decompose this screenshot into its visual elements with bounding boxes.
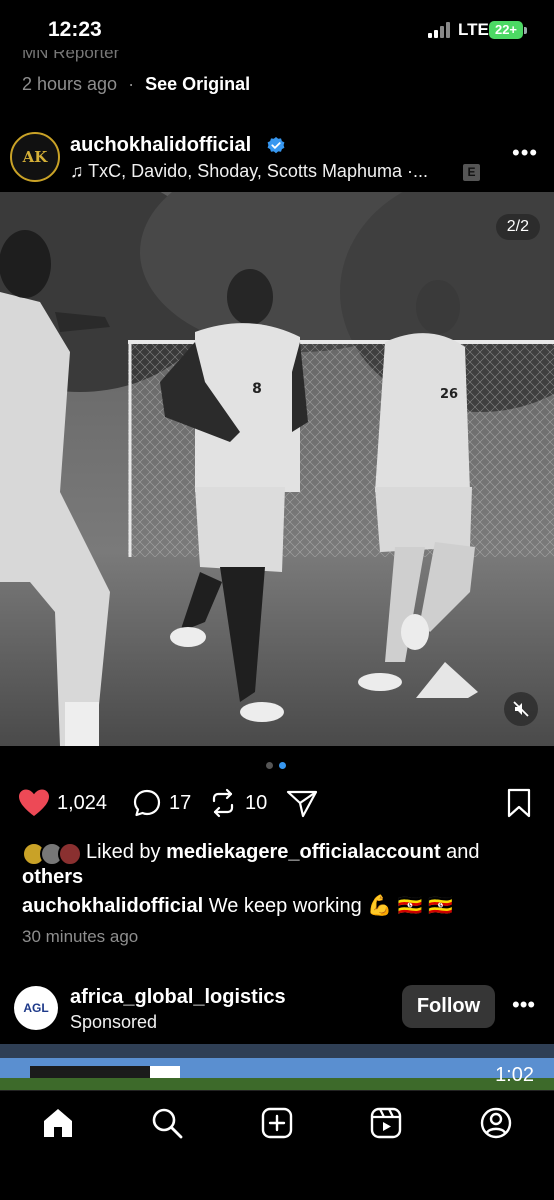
reels-icon[interactable]	[369, 1106, 403, 1140]
previous-post-meta: 2 hours ago · See Original	[22, 74, 250, 95]
comment-count[interactable]: 17	[169, 792, 191, 815]
previous-post-time: 2 hours ago	[22, 74, 118, 94]
home-icon[interactable]	[41, 1106, 75, 1140]
like-action[interactable]: 1,024	[18, 788, 107, 818]
explicit-badge: E	[463, 164, 480, 181]
share-icon[interactable]	[286, 788, 318, 818]
meta-separator: ·	[128, 74, 135, 94]
ad-username[interactable]: africa_global_logistics	[70, 986, 286, 1009]
repost-count[interactable]: 10	[245, 792, 267, 815]
status-time: 12:23	[48, 18, 102, 41]
post-time: 30 minutes ago	[22, 927, 139, 946]
post-avatar[interactable]: AK	[10, 132, 60, 182]
tab-profile[interactable]	[478, 1105, 514, 1141]
caption-username[interactable]: auchokhalidofficial	[22, 895, 203, 917]
bookmark-icon[interactable]	[506, 788, 532, 818]
post-photo-illustration: 8 26	[0, 192, 554, 746]
tab-home[interactable]	[40, 1105, 76, 1141]
like-count[interactable]: 1,024	[57, 792, 107, 815]
post-more-icon[interactable]: •••	[512, 140, 538, 166]
jersey-number-8: 8	[252, 381, 262, 397]
comment-icon[interactable]	[132, 788, 162, 818]
tab-reels[interactable]	[368, 1105, 404, 1141]
ad-video[interactable]: 1:02	[0, 1044, 554, 1090]
image-counter: 2/2	[495, 214, 540, 240]
liked-by-avatars	[22, 842, 82, 868]
tab-search[interactable]	[149, 1105, 185, 1141]
follow-button[interactable]: Follow	[402, 985, 495, 1028]
liker-avatar	[58, 842, 82, 866]
profile-icon[interactable]	[479, 1106, 513, 1140]
avatar-logo: AK	[22, 148, 48, 166]
jersey-number-26: 26	[440, 387, 458, 402]
carousel-dots	[266, 762, 286, 769]
comment-action[interactable]: 17	[132, 788, 191, 818]
post-header: AK auchokhalidofficial ♫ TxC, Davido, Sh…	[0, 128, 554, 188]
ad-avatar-logo: AGL	[23, 1001, 49, 1015]
ad-header: AGL africa_global_logistics Sponsored Fo…	[0, 982, 554, 1042]
share-action[interactable]	[286, 788, 318, 818]
create-icon[interactable]	[260, 1106, 294, 1140]
post-music[interactable]: ♫ TxC, Davido, Shoday, Scotts Maphuma ·.…	[70, 161, 460, 182]
post-actions: 1,024 17 10	[0, 784, 554, 824]
liked-by-others[interactable]: others	[22, 866, 83, 888]
battery-icon: 22+	[489, 21, 523, 39]
liked-by-prefix: Liked by	[86, 841, 167, 863]
save-action[interactable]	[506, 788, 532, 818]
post-username[interactable]: auchokhalidofficial	[70, 134, 251, 157]
repost-icon[interactable]	[208, 788, 238, 818]
previous-post-snippet: MN Reporter	[22, 50, 120, 62]
caption-text: We keep working 💪 🇺🇬 🇺🇬	[203, 895, 454, 917]
verified-badge-icon	[267, 137, 285, 154]
mute-icon[interactable]	[504, 692, 538, 726]
post-image[interactable]: 8 26 2/2	[0, 192, 554, 746]
network-label: LTE	[458, 20, 489, 39]
bottom-tab-bar	[0, 1090, 554, 1200]
search-icon[interactable]	[150, 1106, 184, 1140]
video-duration: 1:02	[495, 1064, 534, 1086]
post-caption: auchokhalidofficial We keep working 💪 🇺🇬…	[22, 893, 453, 918]
liked-by-and: and	[440, 841, 480, 863]
battery-tip	[524, 27, 527, 34]
repost-action[interactable]: 10	[208, 788, 267, 818]
ad-more-icon[interactable]: •••	[512, 992, 535, 1018]
see-original-link[interactable]: See Original	[145, 74, 250, 94]
carousel-dot-2[interactable]	[279, 762, 286, 769]
heart-icon[interactable]	[18, 788, 50, 818]
liked-by-text: Liked by mediekagere_officialaccount and…	[22, 840, 542, 890]
liked-by[interactable]: Liked by mediekagere_officialaccount and…	[22, 840, 542, 890]
ad-avatar[interactable]: AGL	[14, 986, 58, 1030]
ad-sponsored-label: Sponsored	[70, 1012, 158, 1032]
signal-icon	[428, 22, 452, 38]
tab-create[interactable]	[259, 1105, 295, 1141]
liked-by-user[interactable]: mediekagere_officialaccount	[166, 841, 441, 863]
carousel-dot-1[interactable]	[266, 762, 273, 769]
ad-video-frame	[0, 1044, 554, 1090]
